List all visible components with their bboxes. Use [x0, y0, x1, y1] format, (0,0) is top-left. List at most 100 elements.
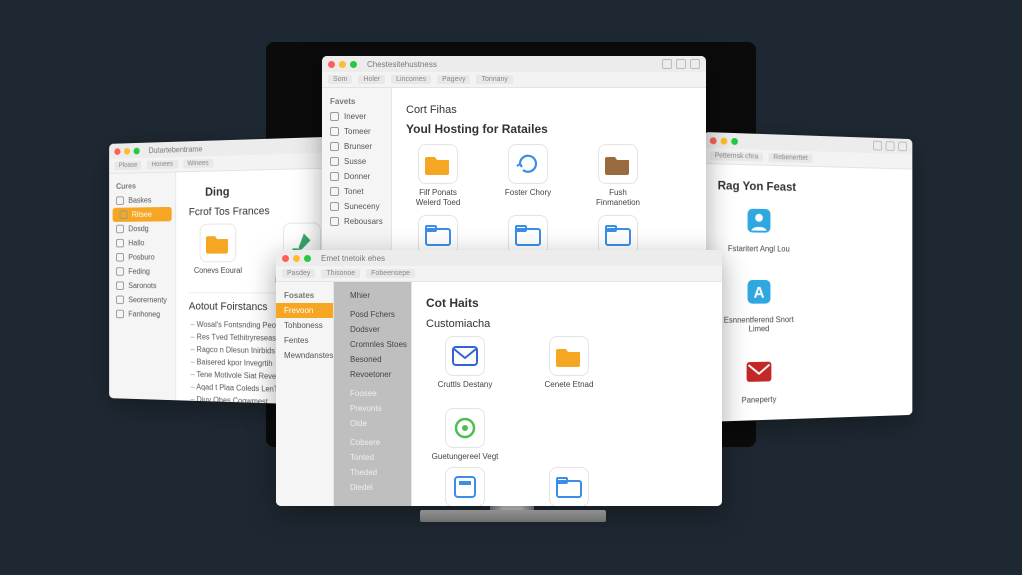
close-icon[interactable] [710, 137, 717, 144]
bullet-icon [116, 310, 124, 319]
close-icon[interactable] [328, 61, 335, 68]
mail-red-icon [740, 351, 778, 391]
app-tile[interactable]: Foster Chory [496, 144, 560, 207]
window-control-icon[interactable] [676, 59, 686, 69]
toolbar-item[interactable]: Ploase [114, 161, 142, 170]
app-tile[interactable]: Guetungereel Vegt [426, 408, 504, 462]
sidebar-sub-item[interactable]: Theded [334, 465, 411, 480]
target-icon [445, 408, 485, 448]
sidebar-sub-item[interactable]: Revoetoner [334, 367, 411, 382]
sidebar-item[interactable]: Ritsee [113, 207, 172, 222]
panel-icon [445, 467, 485, 506]
sidebar-section[interactable]: Tohboness [276, 318, 333, 333]
sidebar-item[interactable]: Saronots [109, 279, 175, 293]
app-tile[interactable]: A Esnnentferend Snort Limed [718, 272, 800, 335]
titlebar: Chestesitehustness [322, 56, 706, 72]
app-tile[interactable]: Gepabrremtofama Sall [426, 467, 504, 506]
sidebar-sub-item[interactable]: Prevonts [334, 401, 411, 416]
app-tile[interactable]: Cenete Etnad [530, 336, 608, 390]
tile-label: Filf Ponats Welerd Toed [406, 188, 470, 207]
toolbar-item[interactable]: Rebenerttet [769, 153, 813, 163]
app-tile[interactable]: Cruttls Destany [426, 336, 504, 390]
sidebar-item[interactable]: Baskes [109, 192, 175, 207]
bullet-icon [116, 253, 124, 262]
sidebar-item[interactable]: Susse [322, 154, 391, 169]
sidebar-sub-item[interactable]: Diedel [334, 480, 411, 495]
toolbar-item[interactable]: Som [328, 75, 352, 84]
sidebar-item[interactable]: Dosdg [109, 221, 175, 236]
svg-text:A: A [754, 284, 766, 301]
sidebar: Cures BaskesRitseeDosdgHalloPosburoFedin… [109, 172, 176, 400]
window-address: Dutartebentrame [149, 144, 203, 154]
sidebar-section[interactable]: Mewndanstes [276, 348, 333, 363]
window-control-icon[interactable] [662, 59, 672, 69]
sidebar-item[interactable]: Tonet [322, 184, 391, 199]
sidebar-item[interactable]: Posburo [109, 250, 175, 264]
sidebar-sub-item[interactable]: Mhier [334, 288, 411, 303]
folder-icon [200, 223, 237, 262]
minimize-icon[interactable] [721, 137, 728, 144]
sidebar-sub-item[interactable]: Besoned [334, 352, 411, 367]
app-tile[interactable]: Fush Finmanetion [586, 144, 650, 207]
zoom-icon[interactable] [731, 137, 738, 144]
window-control-icon[interactable] [898, 142, 907, 152]
sidebar-sub-item[interactable]: Foosee [334, 386, 411, 401]
toolbar-item[interactable]: Pasdey [282, 269, 315, 278]
sidebar-item[interactable]: Suneceny [322, 199, 391, 214]
sidebar-item[interactable]: Seorernenty [109, 293, 175, 308]
zoom-icon[interactable] [350, 61, 357, 68]
toolbar-item[interactable]: Lincomes [391, 75, 431, 84]
app-tile[interactable]: Conevs Eoural [189, 223, 248, 285]
sidebar-item[interactable]: Hallo [109, 236, 175, 251]
sidebar-section[interactable]: Frevoon [276, 303, 333, 318]
zoom-icon[interactable] [134, 147, 140, 154]
toolbar-item[interactable]: Holer [358, 75, 385, 84]
app-tile[interactable]: Fstaritert Angl Lou [718, 200, 800, 254]
toolbar-item[interactable]: Petternsk chra [710, 151, 763, 161]
sidebar-sub-item[interactable]: Cromnles Stoes [334, 337, 411, 352]
folder-icon [418, 144, 458, 184]
window-control-icon[interactable] [886, 141, 895, 151]
sidebar-item[interactable]: Rebousars [322, 214, 391, 229]
sidebar-item[interactable]: Feding [109, 264, 175, 278]
section-title: Cort Fihas [406, 104, 692, 116]
app-tile[interactable]: Filf Ponats Welerd Toed [406, 144, 470, 207]
bullet-icon [116, 196, 124, 205]
zoom-icon[interactable] [304, 255, 311, 262]
minimize-icon[interactable] [124, 147, 130, 154]
app-tile[interactable]: Cistnee Venthres Desge Tesse [530, 467, 608, 506]
toolbar: Pasdey Thisonoe Fobeensepe [276, 266, 722, 282]
toolbar-item[interactable]: Tonnany [476, 75, 512, 84]
app-tile[interactable]: Paneperty [718, 351, 800, 406]
section-subtitle: Customiacha [426, 318, 708, 330]
close-icon[interactable] [282, 255, 289, 262]
sidebar-section[interactable]: Fentes [276, 333, 333, 348]
bullet-icon [330, 202, 339, 211]
window-control-icon[interactable] [873, 141, 882, 151]
bullet-icon [330, 187, 339, 196]
folder-alt-icon [549, 467, 589, 506]
mail-icon [445, 336, 485, 376]
sidebar-sub-item[interactable]: Posd Fchers [334, 307, 411, 322]
sidebar-item[interactable]: Tomeer [322, 124, 391, 139]
sidebar-sub-item[interactable]: Oide [334, 416, 411, 431]
sidebar-item[interactable]: Donner [322, 169, 391, 184]
window-control-icon[interactable] [690, 59, 700, 69]
minimize-icon[interactable] [293, 255, 300, 262]
sidebar-sub-item[interactable]: Tonted [334, 450, 411, 465]
toolbar-item[interactable]: Fobeensepe [366, 269, 415, 278]
toolbar-item[interactable]: Thisonoe [321, 269, 360, 278]
close-icon[interactable] [114, 148, 120, 155]
sidebar-item[interactable]: Inever [322, 109, 391, 124]
sidebar-sub-item[interactable]: Cobsere [334, 435, 411, 450]
titlebar: Emet tnetoik ehes [276, 250, 722, 266]
toolbar-item[interactable]: Honees [147, 160, 177, 169]
refresh-icon [508, 144, 548, 184]
toolbar-item[interactable]: Pagevy [437, 75, 470, 84]
sidebar-sub-item[interactable]: Dodsver [334, 322, 411, 337]
sidebar-item[interactable]: Brunser [322, 139, 391, 154]
toolbar-item[interactable]: Winees [183, 159, 213, 168]
tile-label: Esnnentferend Snort Limed [718, 315, 800, 335]
sidebar-item[interactable]: Fanhoneg [109, 307, 175, 322]
minimize-icon[interactable] [339, 61, 346, 68]
